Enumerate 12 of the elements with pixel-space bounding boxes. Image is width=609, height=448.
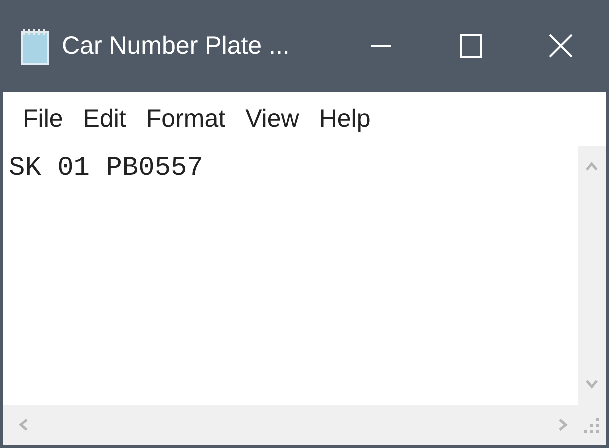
menu-item[interactable]: Edit — [73, 104, 136, 134]
menu-item[interactable]: Format — [136, 104, 236, 134]
window-title: Car Number Plate ... — [62, 32, 290, 60]
close-icon — [548, 33, 574, 59]
minimize-icon — [369, 45, 393, 47]
notepad-icon — [20, 26, 50, 66]
menu-item[interactable]: File — [13, 104, 74, 134]
vertical-scrollbar[interactable] — [578, 146, 606, 405]
menu-item[interactable]: View — [236, 104, 310, 134]
maximize-icon — [459, 33, 483, 59]
text-editor[interactable]: SK 01 PB0557 — [3, 146, 578, 405]
menu-item[interactable]: Help — [309, 104, 381, 134]
